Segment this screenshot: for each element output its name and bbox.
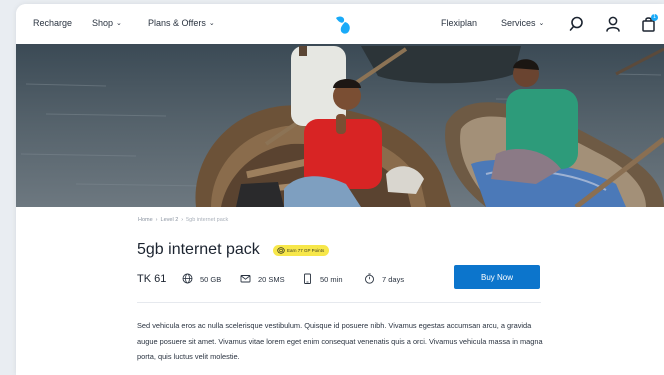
nav-plans-offers[interactable]: Plans & Offers ⌄ [148, 18, 215, 28]
feature-validity-value: 7 days [382, 275, 405, 284]
feature-minutes-value: 50 min [320, 275, 343, 284]
feature-data-value: 50 GB [200, 275, 222, 284]
cart-button[interactable]: 1 [640, 14, 658, 33]
nav-shop-label: Shop [92, 18, 114, 28]
boats-river-photo [16, 44, 664, 207]
phone-icon [304, 273, 311, 284]
breadcrumb-home[interactable]: Home [138, 217, 153, 223]
nav-shop[interactable]: Shop ⌄ [92, 18, 122, 28]
points-badge-label: Earn 77 GP Points [287, 248, 325, 253]
page-title: 5gb internet pack [137, 241, 260, 258]
nav-plans-offers-label: Plans & Offers [148, 18, 206, 28]
breadcrumb-current: 5gb internet pack [186, 217, 229, 223]
globe-icon [182, 273, 193, 284]
hero-image [16, 44, 664, 207]
price: TK 61 [137, 273, 167, 285]
buy-now-button[interactable]: Buy Now [454, 265, 540, 289]
page-frame: Recharge Shop ⌄ Plans & Offers ⌄ Flexiplan… [16, 4, 664, 375]
nav-flexiplan[interactable]: Flexiplan [441, 18, 477, 28]
product-description: Sed vehicula eros ac nulla scelerisque v… [137, 321, 543, 361]
breadcrumb-separator-icon: › [181, 217, 184, 223]
search-icon[interactable] [569, 15, 587, 33]
feature-sms-value: 20 SMS [258, 275, 285, 284]
nav-recharge-label: Recharge [33, 18, 73, 28]
top-navigation: Recharge Shop ⌄ Plans & Offers ⌄ Flexiplan… [16, 4, 664, 44]
nav-recharge[interactable]: Recharge [33, 18, 72, 28]
nav-services[interactable]: Services ⌄ [501, 18, 544, 28]
chevron-down-icon: ⌄ [538, 20, 545, 27]
mail-icon [240, 275, 251, 283]
breadcrumb-separator-icon: › [155, 217, 158, 223]
stopwatch-icon [365, 273, 374, 284]
breadcrumb-level-2[interactable]: Level 2 [161, 217, 179, 223]
coin-icon [277, 247, 285, 254]
divider [137, 302, 541, 303]
chevron-down-icon: ⌄ [116, 20, 122, 27]
user-icon[interactable] [604, 15, 622, 33]
cart-count-badge: 1 [651, 14, 658, 21]
nav-flexiplan-label: Flexiplan [441, 18, 478, 28]
points-badge: Earn 77 GP Points [273, 245, 330, 256]
chevron-down-icon: ⌄ [208, 20, 215, 27]
nav-services-label: Services [501, 18, 536, 28]
breadcrumb: Home › Level 2 › 5gb internet pack [138, 217, 228, 223]
telenor-logo-icon[interactable] [331, 13, 355, 37]
